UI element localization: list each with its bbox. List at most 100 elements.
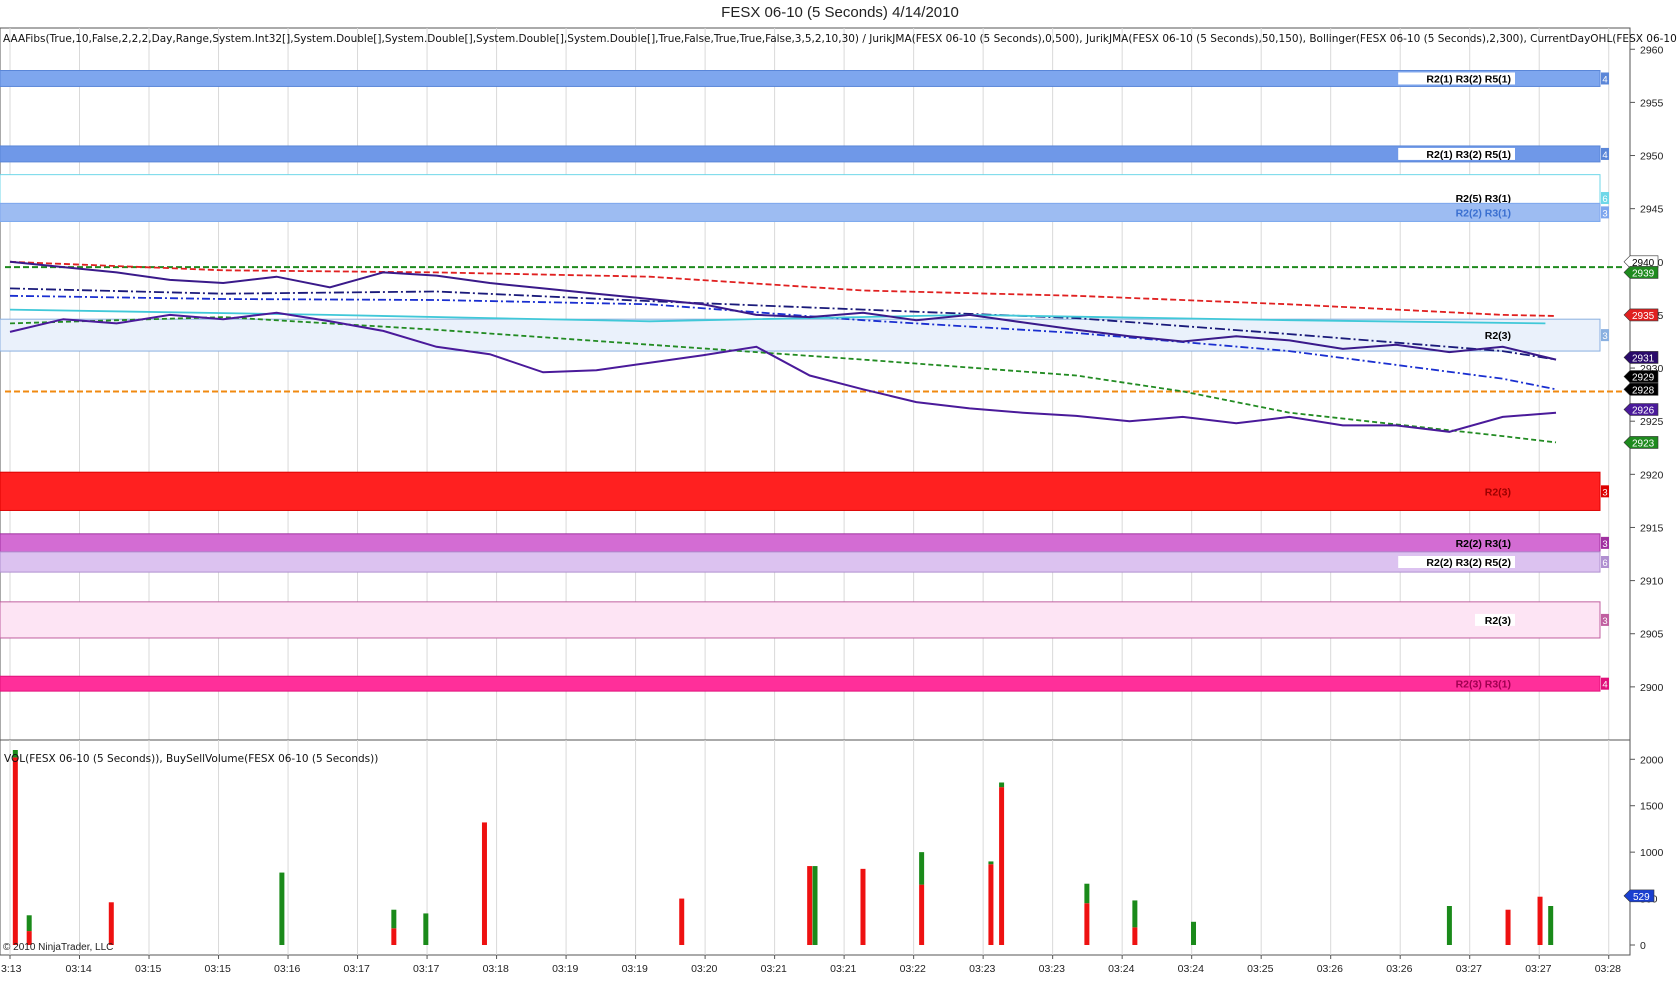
time-tick-label: 03:28	[1595, 963, 1621, 975]
fib-zone-label: R2(1) R3(2) R5(1)	[1426, 73, 1511, 85]
volume-last-badge-label: 529	[1633, 892, 1650, 903]
fib-zone-label: R2(3)	[1485, 330, 1511, 342]
fib-zone-label: R2(2) R3(1)	[1456, 538, 1511, 550]
volume-bar-sell	[860, 868, 866, 945]
fib-zone	[0, 471, 1601, 511]
time-tick-label: 03:23	[1039, 963, 1065, 975]
time-tick-label: 03:25	[1247, 963, 1273, 975]
volume-bar-buy	[423, 913, 429, 945]
price-y-tick-label: 2960	[1640, 44, 1664, 56]
price-panel[interactable]: R2(1) R3(2) R5(1) 4R2(1) R3(2) R5(1) 4R2(5…	[0, 27, 1680, 741]
time-tick-label: 03:20	[691, 963, 717, 975]
volume-panel[interactable]: 0500100015002000 529 VOL(FESX 06-10 (5 S…	[0, 739, 1664, 956]
time-tick-label: 03:15	[205, 963, 231, 975]
fib-zone-count: 3	[1602, 487, 1607, 498]
price-y-tick-label: 2915	[1640, 522, 1664, 534]
fib-zone-label: R2(3)	[1485, 615, 1511, 627]
time-tick-label: 03:19	[622, 963, 648, 975]
fib-zone-count: 4	[1602, 150, 1607, 161]
price-indicator-label: AAAFibs(True,10,False,2,2,2,Day,Range,Sy…	[3, 33, 1680, 45]
volume-y-tick-label: 1000	[1640, 847, 1664, 859]
volume-bar-sell	[1537, 896, 1543, 945]
volume-bar-buy	[812, 866, 818, 945]
volume-bar-sell	[988, 864, 994, 945]
volume-y-tick-label: 0	[1640, 940, 1646, 952]
time-tick-label: 03:24	[1178, 963, 1204, 975]
price-y-tick-label: 2920	[1640, 469, 1664, 481]
fib-zone-label: R2(2) R3(2) R5(2)	[1426, 557, 1511, 569]
price-y-tick-label: 2910	[1640, 576, 1664, 588]
price-value-badge-label: 2939	[1632, 268, 1655, 279]
time-tick-label: 03:24	[1108, 963, 1134, 975]
volume-bar-buy	[999, 782, 1005, 788]
fib-zone-label: R2(3)	[1485, 486, 1511, 498]
fib-zone-count: 3	[1602, 208, 1607, 219]
price-y-tick-label: 2950	[1640, 151, 1664, 163]
volume-bar-buy	[919, 852, 925, 885]
price-y-tick-label: 2925	[1640, 416, 1664, 428]
fib-zone	[0, 601, 1601, 639]
volume-bar-buy	[1084, 883, 1090, 904]
volume-bar-sell	[108, 902, 114, 945]
fib-zone	[0, 533, 1601, 553]
fib-zone-count: 4	[1602, 74, 1607, 85]
fib-zone-count: 6	[1602, 558, 1607, 569]
fib-zone-count: 6	[1602, 194, 1607, 205]
volume-bar-sell	[1084, 903, 1090, 945]
time-tick-label: 03:22	[900, 963, 926, 975]
volume-bar-sell	[919, 884, 925, 945]
price-value-badge-label: 2928	[1632, 385, 1655, 396]
time-tick-label: 03:16	[274, 963, 300, 975]
volume-y-tick-label: 1500	[1640, 801, 1664, 813]
fib-zone	[0, 318, 1601, 352]
time-tick-label: 03:21	[830, 963, 856, 975]
time-tick-label: 03:17	[344, 963, 370, 975]
time-tick-label: 03:14	[66, 963, 92, 975]
volume-bar-sell	[807, 866, 813, 945]
volume-bar-sell	[1505, 909, 1511, 945]
price-y-tick-label: 2905	[1640, 629, 1664, 641]
chart-canvas[interactable]: R2(1) R3(2) R5(1) 4R2(1) R3(2) R5(1) 4R2(5…	[0, 0, 1680, 999]
price-y-axis: 2900290529102915292029252930293529402945…	[1630, 44, 1664, 694]
volume-bar-buy	[1446, 906, 1452, 945]
time-tick-label: 03:19	[552, 963, 578, 975]
volume-bar-buy	[279, 872, 285, 945]
volume-bar-sell	[999, 787, 1005, 945]
time-tick-label: 3:13	[1, 963, 22, 975]
volume-bar-sell	[391, 928, 397, 945]
price-value-badge-label: 2926	[1632, 406, 1655, 417]
fib-zone	[0, 675, 1601, 692]
time-tick-label: 03:21	[761, 963, 787, 975]
time-tick-label: 03:23	[969, 963, 995, 975]
price-value-badge-label: 2935	[1632, 311, 1655, 322]
price-value-badge-label: 2931	[1632, 353, 1655, 364]
volume-y-tick-label: 2000	[1640, 754, 1664, 766]
fib-zone	[0, 70, 1601, 87]
time-axis: 3:13 03:14 03:15 03:15 03:16 03:17 03:17 03:18 0…	[1, 955, 1621, 975]
fib-zone	[0, 202, 1601, 222]
fib-zone-label: R2(2) R3(1)	[1456, 207, 1511, 219]
price-value-badge-label: 2929	[1632, 373, 1655, 384]
volume-bar-sell	[12, 757, 18, 945]
volume-bar-sell	[679, 898, 685, 945]
price-y-tick-label: 2900	[1640, 682, 1664, 694]
fib-zone-count: 3	[1602, 331, 1607, 342]
fib-zone-label: R2(1) R3(2) R5(1)	[1426, 149, 1511, 161]
volume-y-axis: 0500100015002000	[1630, 754, 1664, 952]
fib-zone-count: 4	[1602, 680, 1607, 691]
volume-bar-buy	[26, 915, 32, 932]
volume-bar-sell	[1132, 927, 1138, 945]
time-tick-label: 03:26	[1317, 963, 1343, 975]
volume-bar-buy	[1132, 900, 1138, 928]
fib-zone-count: 3	[1602, 616, 1607, 627]
fib-zone-label: R2(3) R3(1)	[1456, 679, 1511, 691]
price-y-tick-label: 2955	[1640, 97, 1664, 109]
volume-bar-buy	[391, 909, 397, 929]
volume-bar-buy	[988, 861, 994, 865]
price-value-badge-label: 2923	[1632, 438, 1655, 449]
fib-zone-count: 3	[1602, 539, 1607, 550]
time-tick-label: 03:18	[483, 963, 509, 975]
time-tick-label: 03:27	[1525, 963, 1551, 975]
volume-bar-buy	[1548, 906, 1554, 945]
copyright-text: © 2010 NinjaTrader, LLC	[3, 942, 114, 953]
